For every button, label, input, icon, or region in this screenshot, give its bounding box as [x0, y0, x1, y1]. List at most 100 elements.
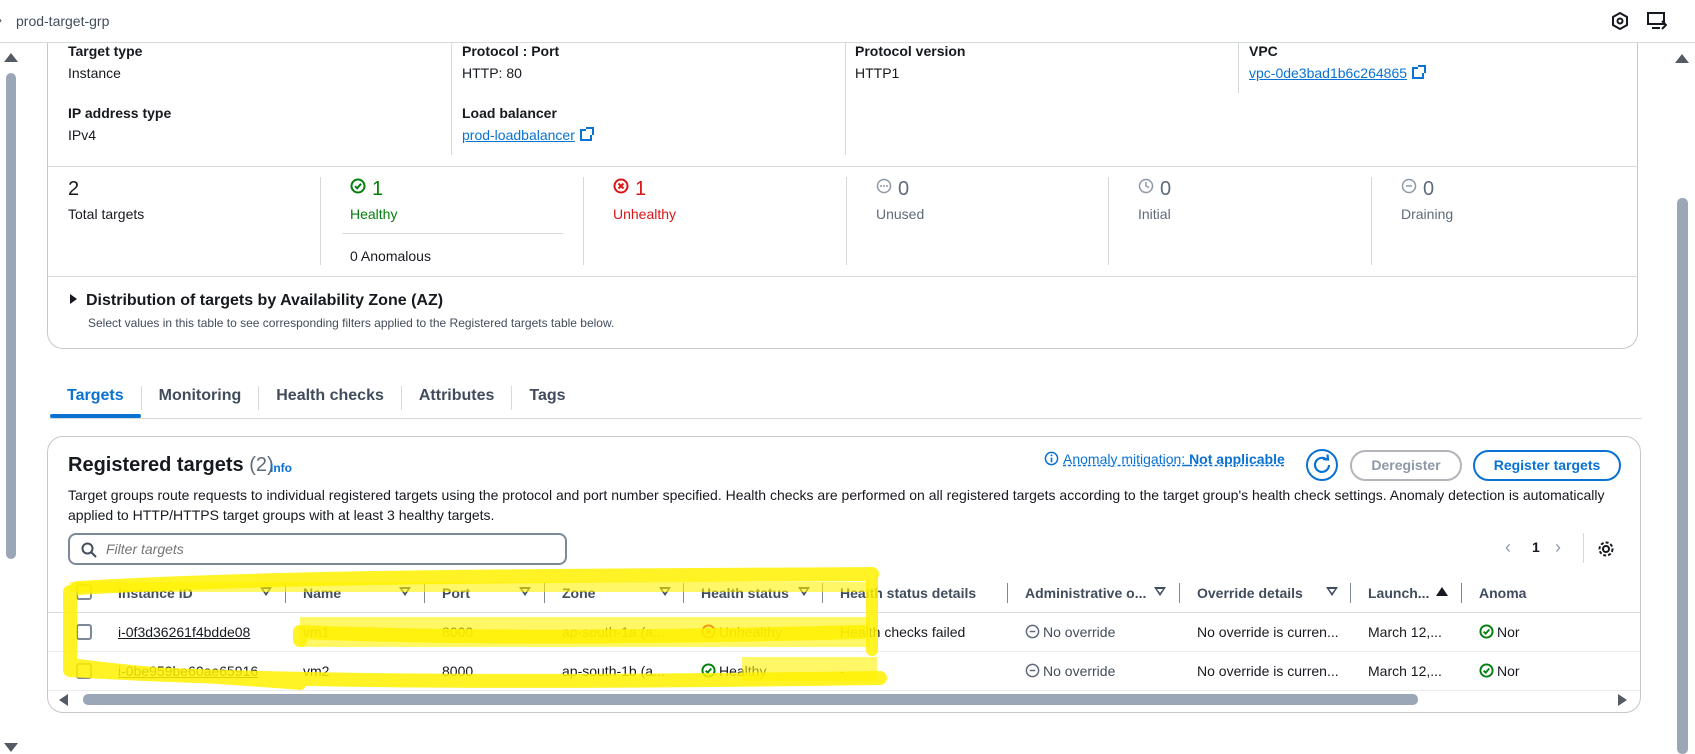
col-health-status[interactable]: Health status [701, 585, 789, 601]
chevron-right-icon[interactable]: › [0, 13, 2, 27]
table-row[interactable]: i-0be959be60ae65916 vm2 8000 ap-south-1b… [48, 652, 1640, 691]
settings-hex-icon[interactable] [1611, 11, 1629, 33]
refresh-button[interactable] [1306, 449, 1338, 481]
instance-zone: ap-south-1a (a... [562, 624, 665, 640]
sort-icon[interactable] [519, 587, 531, 596]
scrollbar-thumb[interactable] [6, 73, 16, 559]
gear-icon[interactable] [1597, 540, 1615, 558]
deregister-button[interactable]: Deregister [1350, 450, 1462, 481]
health-status: Unhealthy [701, 624, 782, 640]
az-distribution-toggle[interactable]: Distribution of targets by Availability … [70, 292, 443, 310]
anomalous-count[interactable]: 0 Anomalous [350, 248, 431, 264]
col-administrative[interactable]: Administrative o... [1025, 585, 1146, 601]
scroll-right-icon[interactable] [1618, 694, 1627, 706]
screen-share-icon[interactable] [1647, 12, 1668, 33]
col-launch[interactable]: Launch... [1368, 585, 1429, 601]
sort-icon[interactable] [1154, 587, 1166, 596]
col-port[interactable]: Port [442, 585, 470, 601]
scrollbar-thumb[interactable] [83, 694, 1418, 705]
anomaly-mitigation-link[interactable]: Anomaly mitigation: Not applicable [1044, 451, 1285, 467]
column-resizer[interactable] [285, 583, 286, 603]
external-link-icon [579, 127, 594, 141]
protocol-port-value: HTTP: 80 [462, 65, 522, 81]
col-override-details[interactable]: Override details [1197, 585, 1303, 601]
row-checkbox[interactable] [76, 624, 92, 640]
tab-targets[interactable]: Targets [50, 380, 141, 418]
instance-zone: ap-south-1b (a... [562, 663, 665, 679]
draining-count[interactable]: 0 [1401, 178, 1434, 201]
ip-type-label: IP address type [68, 105, 172, 121]
healthy-label[interactable]: Healthy [350, 206, 397, 222]
sort-icon[interactable] [399, 587, 411, 596]
unused-label[interactable]: Unused [876, 206, 924, 222]
column-resizer[interactable] [1350, 583, 1351, 603]
tab-attributes[interactable]: Attributes [402, 380, 512, 418]
col-health-status-details[interactable]: Health status details [840, 585, 976, 601]
load-balancer-link[interactable]: prod-loadbalancer [462, 127, 594, 143]
unused-count[interactable]: 0 [876, 178, 909, 201]
caret-right-icon [70, 294, 77, 304]
instance-id-link[interactable]: i-0f3d36261f4bdde08 [118, 624, 250, 640]
health-status-details: Health checks failed [840, 624, 966, 640]
column-divider [451, 43, 452, 155]
sort-icon[interactable] [260, 587, 272, 596]
tab-monitoring[interactable]: Monitoring [142, 380, 259, 418]
unhealthy-count[interactable]: 1 [613, 178, 646, 201]
table-row[interactable]: i-0f3d36261f4bdde08 vm1 8000 ap-south-1a… [48, 613, 1640, 652]
vpc-link[interactable]: vpc-0de3bad1b6c264865 [1249, 65, 1427, 81]
column-resizer[interactable] [424, 583, 425, 603]
chevron-right-icon[interactable]: › [1555, 537, 1561, 558]
filter-targets-field[interactable] [68, 533, 567, 565]
instance-port: 8000 [442, 624, 474, 640]
column-divider [846, 177, 847, 265]
tab-health-checks[interactable]: Health checks [259, 380, 401, 418]
draining-label[interactable]: Draining [1401, 206, 1453, 222]
scrollbar-thumb[interactable] [1677, 198, 1688, 754]
scroll-up-icon[interactable] [1675, 54, 1689, 63]
right-scrollbar[interactable] [1670, 43, 1695, 754]
column-resizer[interactable] [1179, 583, 1180, 603]
az-description: Select values in this table to see corre… [88, 316, 615, 330]
scroll-down-icon[interactable] [4, 743, 18, 752]
refresh-icon [1313, 454, 1331, 473]
col-zone[interactable]: Zone [562, 585, 595, 601]
col-name[interactable]: Name [303, 585, 341, 601]
scroll-left-icon[interactable] [59, 694, 68, 706]
sort-icon[interactable] [798, 587, 810, 596]
check-circle-icon [350, 178, 366, 194]
tab-tags[interactable]: Tags [512, 380, 582, 418]
col-instance-id[interactable]: Instance ID [118, 585, 193, 601]
x-circle-icon [701, 624, 716, 639]
check-circle-icon [1479, 663, 1494, 678]
sort-icon[interactable] [1326, 587, 1338, 596]
sort-icon[interactable] [659, 587, 671, 596]
initial-count[interactable]: 0 [1138, 178, 1171, 201]
ellipsis-circle-icon [876, 178, 892, 194]
row-checkbox[interactable] [76, 663, 92, 679]
column-resizer[interactable] [1461, 583, 1462, 603]
register-targets-button[interactable]: Register targets [1473, 450, 1621, 481]
sort-ascending-icon[interactable] [1436, 587, 1448, 596]
column-divider [320, 177, 321, 265]
column-resizer[interactable] [822, 583, 823, 603]
minus-circle-icon [1401, 178, 1417, 194]
column-resizer[interactable] [1007, 583, 1008, 603]
column-resizer[interactable] [683, 583, 684, 603]
filter-targets-input[interactable] [104, 539, 544, 559]
instance-id-link[interactable]: i-0be959be60ae65916 [118, 663, 258, 679]
column-resizer[interactable] [544, 583, 545, 603]
search-icon [81, 542, 97, 558]
col-anomaly[interactable]: Anoma [1479, 585, 1526, 601]
healthy-count[interactable]: 1 [350, 178, 383, 201]
minus-circle-icon [1025, 663, 1040, 678]
left-scrollbar[interactable] [0, 43, 22, 754]
page-number[interactable]: 1 [1532, 539, 1540, 555]
horizontal-scrollbar[interactable] [48, 687, 1640, 712]
initial-label[interactable]: Initial [1138, 206, 1171, 222]
unhealthy-label[interactable]: Unhealthy [613, 206, 676, 222]
info-link[interactable]: Info [270, 461, 292, 475]
instance-name: vm1 [303, 624, 330, 640]
scroll-up-icon[interactable] [4, 53, 18, 62]
chevron-left-icon[interactable]: ‹ [1505, 537, 1511, 558]
select-all-checkbox[interactable] [76, 584, 92, 600]
